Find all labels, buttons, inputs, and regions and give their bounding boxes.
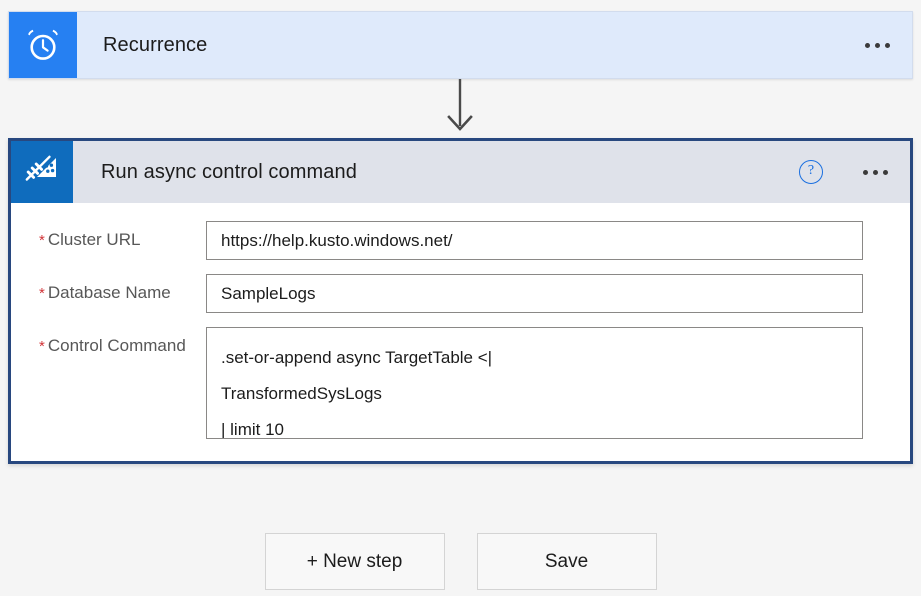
menu-dot	[875, 43, 880, 48]
field-label-text: Control Command	[48, 336, 186, 355]
control-command-input[interactable]	[206, 327, 863, 439]
new-step-button[interactable]: + New step	[265, 533, 445, 590]
field-row-control-command: *Control Command	[11, 327, 910, 439]
field-label-text: Database Name	[48, 283, 171, 302]
alarm-clock-icon	[25, 27, 61, 63]
footer-actions: + New step Save	[0, 533, 921, 590]
field-label-cluster-url: *Cluster URL	[11, 221, 206, 252]
field-label-control-command: *Control Command	[11, 327, 206, 358]
recurrence-overflow-menu-button[interactable]	[843, 12, 912, 78]
flow-step-card-run-async-control-command[interactable]: Run async control command ? *Cluster URL…	[8, 138, 913, 464]
action-parameters-form: *Cluster URL *Database Name *Control Com…	[11, 203, 910, 439]
flow-step-header[interactable]: Run async control command ?	[11, 141, 910, 203]
menu-dot	[885, 43, 890, 48]
flow-step-title-run-async-control-command: Run async control command	[73, 141, 799, 203]
required-marker: *	[39, 232, 45, 249]
menu-dot	[883, 170, 888, 175]
flow-step-card-recurrence[interactable]: Recurrence	[8, 11, 913, 79]
alarm-clock-icon-tile	[9, 12, 77, 78]
save-button[interactable]: Save	[477, 533, 657, 590]
field-label-database-name: *Database Name	[11, 274, 206, 305]
field-row-cluster-url: *Cluster URL	[11, 221, 910, 260]
down-arrow-connector	[443, 79, 477, 133]
action-overflow-menu-button[interactable]	[841, 141, 910, 203]
kusto-icon	[25, 155, 59, 189]
field-row-database-name: *Database Name	[11, 274, 910, 313]
menu-dot	[873, 170, 878, 175]
cluster-url-input[interactable]	[206, 221, 863, 260]
required-marker: *	[39, 285, 45, 302]
menu-dot	[865, 43, 870, 48]
required-marker: *	[39, 338, 45, 355]
menu-dot	[863, 170, 868, 175]
help-icon[interactable]: ?	[799, 160, 823, 184]
field-label-text: Cluster URL	[48, 230, 141, 249]
kusto-icon-tile	[11, 141, 73, 203]
flow-step-title-recurrence: Recurrence	[77, 12, 843, 78]
database-name-input[interactable]	[206, 274, 863, 313]
